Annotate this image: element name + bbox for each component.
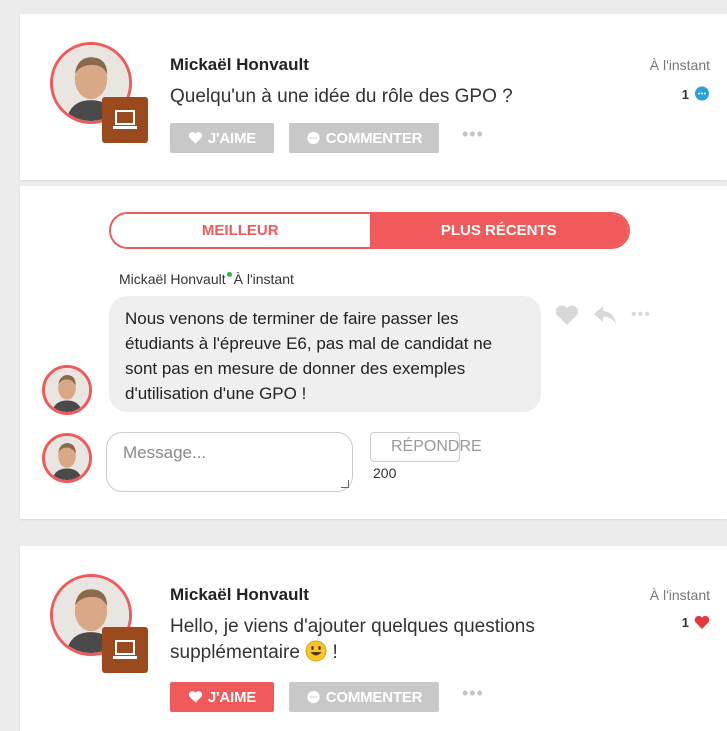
like-label: J'AIME	[207, 129, 257, 147]
heart-icon	[188, 132, 203, 144]
like-count[interactable]: 1	[682, 615, 710, 630]
reply-button[interactable]: RÉPONDRE	[370, 432, 482, 462]
reply-label: RÉPONDRE	[391, 438, 482, 455]
post-timestamp: À l'instant	[649, 57, 710, 73]
post-text-suffix: !	[332, 642, 338, 663]
resize-handle-icon[interactable]	[341, 480, 349, 488]
like-button[interactable]: J'AIME	[170, 123, 274, 153]
smiley-emoji-icon	[305, 640, 327, 662]
message-placeholder: Message...	[123, 443, 207, 462]
tab-recent[interactable]: PLUS RÉCENTS	[369, 214, 628, 247]
comment-timestamp: À l'instant	[233, 271, 294, 287]
user-photo-icon	[45, 436, 89, 480]
comment-avatar[interactable]	[42, 365, 92, 415]
comment-more-icon[interactable]: •••	[631, 306, 651, 324]
char-counter: 200	[373, 465, 397, 481]
post-text: Hello, je viens d'ajouter quelques quest…	[170, 614, 620, 666]
comment-icon	[307, 131, 320, 145]
comment-count-value: 1	[681, 86, 689, 102]
online-status-dot	[226, 272, 232, 277]
comment-button[interactable]: COMMENTER	[289, 682, 439, 712]
comment-thread: MEILLEUR PLUS RÉCENTS Mickaël Honvault À…	[20, 186, 727, 519]
comment-label: COMMENTER	[325, 129, 423, 147]
like-button[interactable]: J'AIME	[170, 682, 274, 712]
post-text: Quelqu'un à une idée du rôle des GPO ?	[170, 86, 513, 107]
comment-button[interactable]: COMMENTER	[289, 123, 439, 153]
comment-bubble: Nous venons de terminer de faire passer …	[109, 296, 541, 412]
like-count-value: 1	[681, 615, 689, 630]
sort-tabs: MEILLEUR PLUS RÉCENTS	[109, 212, 630, 249]
post-author[interactable]: Mickaël Honvault	[170, 55, 309, 75]
user-photo-icon	[45, 368, 89, 412]
reply-avatar	[42, 433, 92, 483]
message-input[interactable]: Message...	[106, 432, 353, 492]
tab-best[interactable]: MEILLEUR	[111, 214, 370, 247]
laptop-icon	[102, 627, 148, 673]
comment-actions: •••	[555, 304, 651, 326]
post-card: Mickaël Honvault Hello, je viens d'ajout…	[20, 546, 727, 731]
post-author[interactable]: Mickaël Honvault	[170, 585, 309, 605]
heart-icon	[188, 691, 203, 703]
comment-author[interactable]: Mickaël Honvault	[119, 271, 226, 287]
comment-bubble-icon	[695, 86, 709, 101]
more-options-icon[interactable]: •••	[462, 683, 484, 704]
heart-icon	[694, 615, 710, 629]
comment-header: Mickaël Honvault À l'instant	[119, 271, 294, 287]
post-text-body: Hello, je viens d'ajouter quelques quest…	[170, 616, 535, 663]
comment-label: COMMENTER	[325, 688, 423, 706]
post-card: Mickaël Honvault Quelqu'un à une idée du…	[20, 14, 727, 180]
laptop-icon	[102, 97, 148, 143]
post-timestamp: À l'instant	[649, 587, 710, 603]
more-options-icon[interactable]: •••	[462, 124, 484, 145]
like-heart-icon[interactable]	[555, 304, 579, 326]
reply-arrow-icon[interactable]	[593, 305, 617, 325]
like-label: J'AIME	[207, 688, 257, 706]
comment-icon	[307, 690, 320, 704]
comment-count[interactable]: 1	[682, 86, 710, 102]
